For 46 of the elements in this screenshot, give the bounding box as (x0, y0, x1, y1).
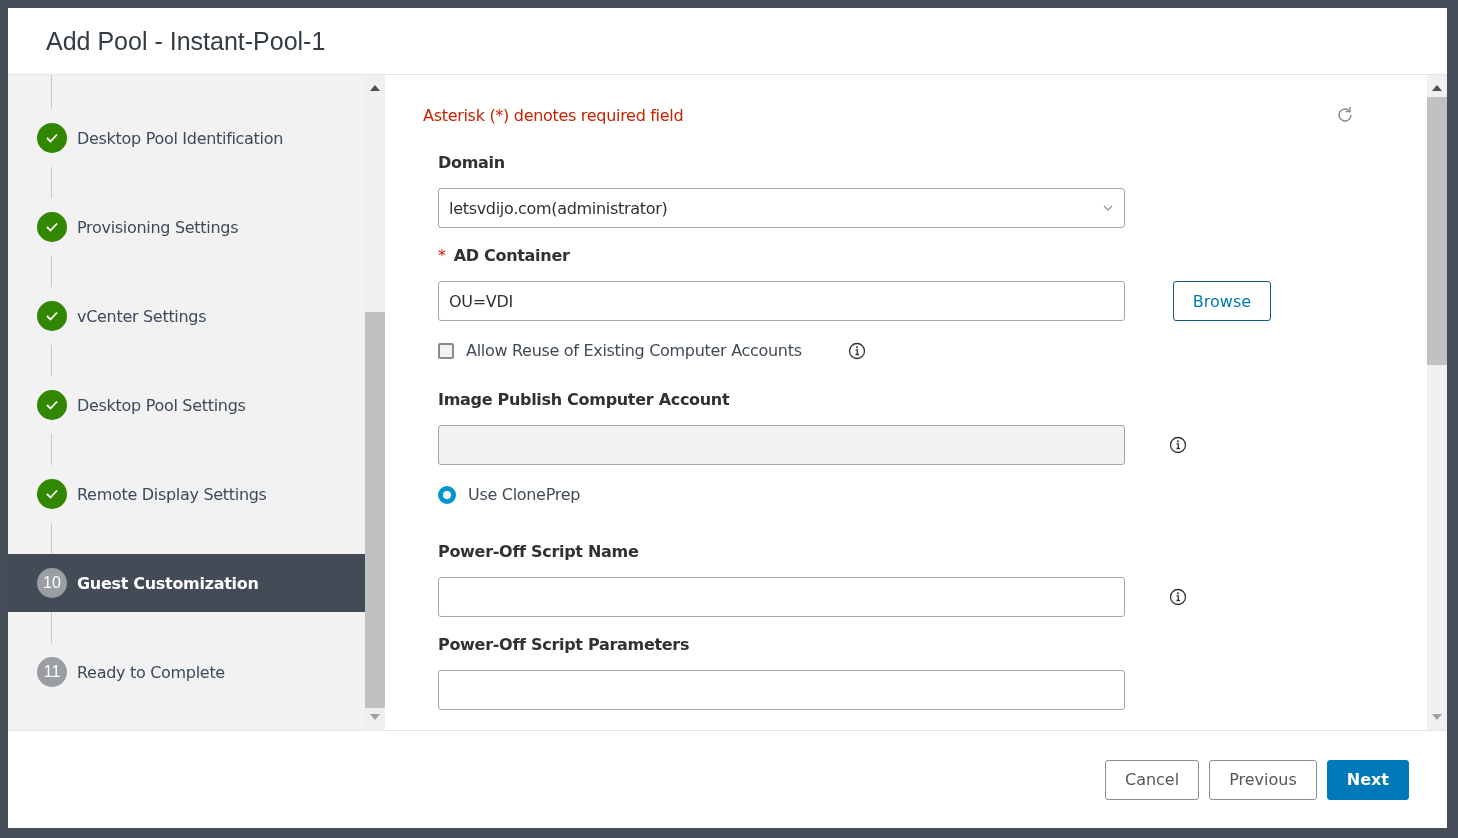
step-label: Provisioning Settings (77, 217, 239, 237)
wizard-step[interactable]: Desktop Pool Identification (8, 109, 365, 167)
checkbox-label: Allow Reuse of Existing Computer Accounts (466, 341, 802, 360)
info-icon[interactable] (1169, 588, 1187, 606)
wizard-step[interactable]: Desktop Pool Settings (8, 376, 365, 434)
field-label: Domain (438, 153, 505, 174)
field-label: AD Container (453, 246, 570, 267)
secondary-button[interactable]: Previous (1209, 759, 1317, 800)
step-label: Remote Display Settings (77, 484, 267, 504)
refresh-icon[interactable] (1335, 105, 1355, 125)
wizard-step[interactable]: vCenter Settings (8, 287, 365, 345)
secondary-button[interactable]: Cancel (1104, 759, 1200, 800)
input-field[interactable] (438, 670, 1125, 710)
step-number: 10 (37, 568, 67, 598)
step-label: Guest Customization (77, 573, 259, 593)
scroll-up-icon[interactable] (1432, 85, 1442, 91)
domain-select[interactable]: letsvdijo.com(administrator) (438, 188, 1125, 228)
checkbox[interactable] (438, 342, 454, 359)
step-label: Desktop Pool Settings (77, 395, 246, 415)
step-label: Desktop Pool Identification (77, 128, 284, 148)
field-label: Power-Off Script Parameters (438, 635, 690, 656)
required-asterisk: * (438, 246, 446, 267)
step-label: Ready to Complete (77, 662, 225, 682)
step-label: vCenter Settings (77, 306, 207, 326)
dialog-title: Add Pool - Instant-Pool-1 (46, 26, 326, 56)
field-label: Image Publish Computer Account (438, 390, 730, 411)
scroll-down-icon[interactable] (1432, 714, 1442, 720)
required-note: Asterisk (*) denotes required field (423, 105, 684, 125)
scroll-up-icon[interactable] (370, 85, 380, 91)
step-number: 11 (37, 657, 67, 687)
browse-button[interactable]: Browse (1173, 281, 1271, 321)
wizard-step[interactable]: Remote Display Settings (8, 465, 365, 523)
input-field[interactable]: OU=VDI (438, 281, 1125, 321)
input-field[interactable] (438, 577, 1125, 617)
wizard-step[interactable]: 11 Ready to Complete (8, 643, 365, 701)
scrollbar-thumb[interactable] (365, 312, 385, 708)
scrollbar-thumb[interactable] (1427, 97, 1447, 365)
wizard-step[interactable]: 10 Guest Customization (8, 554, 365, 612)
primary-button[interactable]: Next (1326, 759, 1409, 800)
scroll-down-icon[interactable] (370, 714, 380, 720)
info-icon[interactable] (847, 341, 866, 360)
radio-label: Use ClonePrep (468, 485, 581, 504)
chevron-down-icon (1102, 204, 1114, 212)
wizard-step[interactable]: Provisioning Settings (8, 198, 365, 256)
radio-button[interactable] (438, 485, 456, 504)
field-label: Power-Off Script Name (438, 542, 639, 563)
